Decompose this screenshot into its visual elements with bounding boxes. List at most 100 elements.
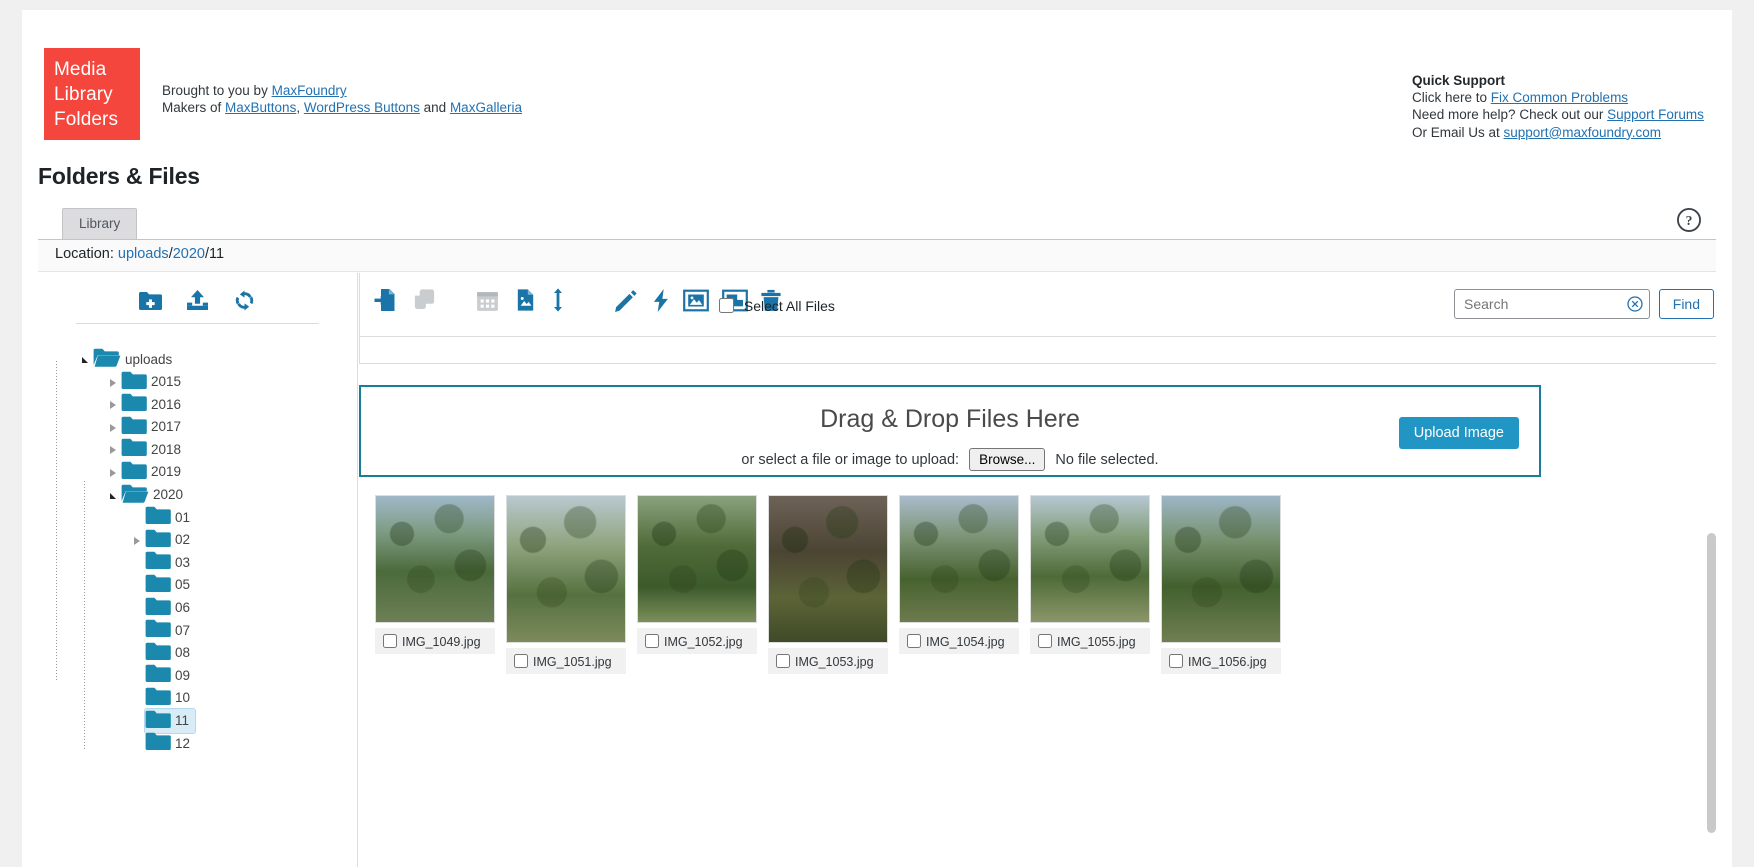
folder-add-icon[interactable] [138,290,163,317]
logo-line-3: Folders [54,109,119,130]
tree-item-2020-08[interactable]: 08 [82,641,357,664]
tree-item-2020-11[interactable]: 11 [82,707,357,734]
thumbnail-image[interactable] [1030,495,1150,623]
tree-item-2020-03[interactable]: 03 [82,550,357,573]
thumbnail-image[interactable] [637,495,757,623]
tree-item-body[interactable]: 2019 [121,460,187,484]
upload-image-button[interactable]: Upload Image [1398,417,1519,449]
select-all-files-label[interactable]: Select All Files [715,295,835,316]
maxgalleria-link[interactable]: MaxGalleria [450,100,522,115]
tree-item-body[interactable]: 05 [145,573,196,597]
tree-caret-closed-icon[interactable] [110,374,121,389]
tree-item-2016[interactable]: 2016 [82,392,357,415]
tree-item-2019[interactable]: 2019 [82,460,357,483]
tree-item-body[interactable]: 08 [145,641,196,665]
breadcrumb-uploads[interactable]: uploads [118,246,169,262]
thumbnail-image[interactable] [899,495,1019,623]
tree-item-body[interactable]: 10 [145,686,196,710]
tree-caret-closed-icon[interactable] [110,442,121,457]
thumbnail-image[interactable] [506,495,626,643]
tree-item-2020[interactable]: 2020 [82,483,357,506]
clear-circle-icon[interactable] [1627,296,1643,317]
tree-caret-closed-icon[interactable] [110,419,121,434]
maxfoundry-link[interactable]: MaxFoundry [272,83,347,98]
file-thumbnail[interactable]: IMG_1053.jpg [768,495,888,674]
tree-item-body[interactable]: 12 [145,731,196,755]
tab-library[interactable]: Library [62,208,138,239]
browse-button[interactable]: Browse... [969,448,1046,471]
images-stack-icon[interactable] [683,288,709,318]
file-thumbnail[interactable]: IMG_1055.jpg [1030,495,1150,654]
tree-item-body[interactable]: 01 [145,505,196,529]
upload-icon[interactable] [185,289,210,317]
copy-files-icon[interactable] [411,287,438,318]
tree-item-2015[interactable]: 2015 [82,370,357,393]
file-thumbnail[interactable]: IMG_1054.jpg [899,495,1019,654]
find-button[interactable]: Find [1658,289,1714,319]
drag-drop-title: Drag & Drop Files Here [820,405,1080,433]
file-thumbnail[interactable]: IMG_1049.jpg [375,495,495,654]
select-all-files-checkbox[interactable] [719,298,734,313]
resize-vertical-icon[interactable] [550,287,566,318]
lightning-bolt-icon[interactable] [651,288,671,318]
drag-drop-zone[interactable]: Drag & Drop Files Here or select a file … [359,385,1541,477]
thumbnail-meta: IMG_1049.jpg [375,628,495,654]
tree-item-body[interactable]: 11 [143,707,197,734]
tree-caret-open-icon[interactable] [110,487,121,502]
file-select-checkbox[interactable] [383,634,397,648]
tree-item-2020-10[interactable]: 10 [82,686,357,709]
tree-item-body[interactable]: 06 [145,596,196,620]
file-select-checkbox[interactable] [645,634,659,648]
tree-item-body[interactable]: 2016 [121,392,187,416]
content-scrollbar[interactable] [1707,533,1716,833]
upload-prompt-label: or select a file or image to upload: [741,452,960,468]
tree-item-2020-12[interactable]: 12 [82,731,357,754]
tree-item-body[interactable]: 2015 [121,370,187,394]
thumbnail-image[interactable] [375,495,495,623]
maxbuttons-link[interactable]: MaxButtons [225,100,296,115]
breadcrumb-2020[interactable]: 2020 [173,246,205,262]
thumbnail-image[interactable] [768,495,888,643]
tree-item-2017[interactable]: 2017 [82,415,357,438]
tree-item-2020-01[interactable]: 01 [82,505,357,528]
tree-caret-closed-icon[interactable] [110,397,121,412]
file-select-checkbox[interactable] [1038,634,1052,648]
search-input[interactable] [1454,289,1650,319]
support-forums-link[interactable]: Support Forums [1607,107,1704,122]
tree-item-body[interactable]: 02 [145,528,196,552]
calendar-icon[interactable] [475,288,500,318]
file-select-checkbox[interactable] [907,634,921,648]
file-select-checkbox[interactable] [1169,654,1183,668]
move-file-icon[interactable] [372,287,399,318]
tree-item-2020-05[interactable]: 05 [82,573,357,596]
file-select-checkbox[interactable] [514,654,528,668]
file-thumbnail[interactable]: IMG_1052.jpg [637,495,757,654]
tree-item-2020-07[interactable]: 07 [82,618,357,641]
tree-item-body[interactable]: uploads [93,347,178,371]
tree-item-body[interactable]: 2018 [121,437,187,461]
wordpress-buttons-link[interactable]: WordPress Buttons [304,100,420,115]
tree-item-body[interactable]: 07 [145,618,196,642]
tree-item-2020-06[interactable]: 06 [82,596,357,619]
rename-pencil-icon[interactable] [613,288,638,318]
thumbnail-image[interactable] [1161,495,1281,643]
tree-item-2018[interactable]: 2018 [82,437,357,460]
tree-item-body[interactable]: 2020 [121,483,189,507]
tree-item-body[interactable]: 03 [145,550,196,574]
help-circle-icon[interactable]: ? [1676,207,1702,233]
tree-caret-open-icon[interactable] [82,352,93,367]
fix-common-problems-link[interactable]: Fix Common Problems [1491,90,1628,105]
file-thumbnail[interactable]: IMG_1051.jpg [506,495,626,674]
tree-item-2020-02[interactable]: 02 [82,528,357,551]
tree-caret-closed-icon[interactable] [110,464,121,479]
tree-item-2020-09[interactable]: 09 [82,663,357,686]
file-select-checkbox[interactable] [776,654,790,668]
tree-caret-closed-icon[interactable] [134,532,145,547]
tree-item-body[interactable]: 09 [145,663,196,687]
tree-item-uploads[interactable]: uploads [82,347,357,370]
file-thumbnail[interactable]: IMG_1056.jpg [1161,495,1281,674]
refresh-icon[interactable] [232,289,257,317]
image-file-icon[interactable] [513,287,538,318]
support-email-link[interactable]: support@maxfoundry.com [1504,125,1662,140]
tree-item-body[interactable]: 2017 [121,415,187,439]
